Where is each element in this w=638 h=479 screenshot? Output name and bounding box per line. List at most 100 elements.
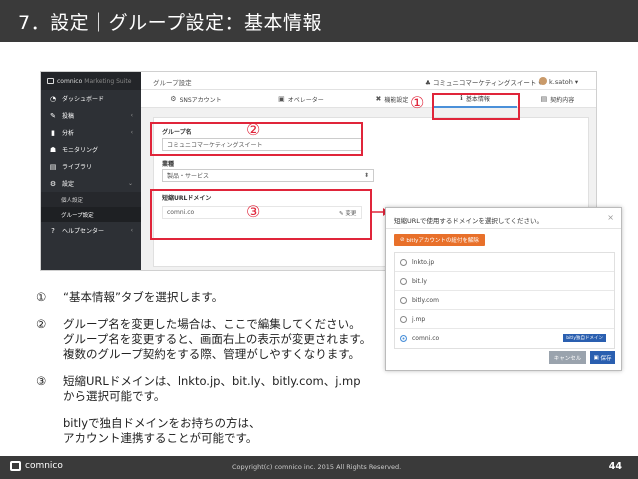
save-button[interactable]: ▣ 保存	[590, 351, 615, 364]
tab-operator[interactable]: ▣ オペレーター	[251, 90, 351, 108]
page-number: 44	[608, 461, 622, 472]
nav-sub-group-settings[interactable]: グループ設定	[41, 207, 141, 222]
sidebar: comnico Marketing Suite ◔ ダッシュボード ✎ 投稿 ‹…	[41, 72, 141, 270]
explanation-text: 複数のグループ契約をする際、管理がしやすくなります。	[63, 347, 361, 361]
nav-item-analysis[interactable]: ▮ 分析 ‹	[41, 124, 141, 141]
select-arrow-icon: ⬍	[363, 172, 369, 179]
group-icon: ♣	[425, 79, 433, 87]
pencil-icon: ✎	[50, 111, 56, 120]
domain-option[interactable]: lnkto.jp	[395, 253, 614, 272]
domain-option[interactable]: comni.co bitly独自ドメイン	[395, 329, 614, 348]
nav-label: 設定	[62, 181, 75, 188]
caret-icon: ▾	[572, 78, 579, 86]
nav-label: ヘルプセンター	[62, 228, 105, 235]
explanation-item-3: ③ 短縮URLドメインは、lnkto.jp、bit.ly、bitly.com、j…	[36, 374, 386, 446]
unlink-bitly-label: bitlyアカウントの紐付を解除	[406, 238, 479, 244]
domain-option[interactable]: bitly.com	[395, 291, 614, 310]
unlink-bitly-button[interactable]: ⊘ bitlyアカウントの紐付を解除	[394, 234, 485, 246]
tab-contract[interactable]: ▤ 契約内容	[517, 90, 596, 108]
footer-logo-text: comnico	[25, 461, 63, 471]
avatar	[539, 77, 547, 85]
copyright: Copyright(c) comnico inc. 2015 All Right…	[232, 463, 402, 471]
brand-name: comnico	[57, 77, 83, 85]
nav-item-help[interactable]: ? ヘルプセンター ‹	[41, 222, 141, 239]
book-icon: ▤	[49, 162, 57, 171]
page-title: グループ設定	[153, 79, 192, 87]
save-icon: ▣	[593, 354, 601, 361]
slide-footer: comnico Copyright(c) comnico inc. 2015 A…	[0, 456, 638, 479]
footer-logo: comnico	[10, 461, 63, 471]
domain-select-dialog: 短縮URLで使用するドメインを選択してください。 × ⊘ bitlyアカウントの…	[385, 207, 622, 371]
explanation-item-2: ② グループ名を変更した場合は、ここで編集してください。 グループ名を変更すると…	[36, 317, 386, 362]
explanation-item-1: ① “基本情報”タブを選択します。	[36, 290, 386, 305]
domain-option[interactable]: bit.ly	[395, 272, 614, 291]
nav-label: ライブラリ	[62, 164, 93, 171]
radio-button[interactable]	[400, 258, 407, 266]
nav-item-post[interactable]: ✎ 投稿 ‹	[41, 107, 141, 124]
explanation-text: アカウント連携することが可能です。	[63, 431, 258, 445]
slide-title: 7．設定｜グループ設定：基本情報	[18, 12, 322, 34]
domain-option[interactable]: j.mp	[395, 310, 614, 329]
person-card-icon: ▣	[278, 95, 285, 103]
chat-icon: ☗	[49, 145, 57, 154]
top-header: グループ設定 ♣ コミュニコマーケティングスイート ▾ k.satoh ▾	[141, 72, 596, 90]
group-name: コミュニコマーケティングスイート	[432, 79, 537, 87]
domain-options: lnkto.jp bit.ly bitly.com j.mp comni.co …	[394, 252, 615, 349]
gear-icon: ⚙	[49, 179, 57, 188]
divider	[386, 228, 621, 229]
brand: comnico Marketing Suite	[41, 72, 141, 90]
sns-icon: ⚙	[170, 95, 177, 103]
explanation-text: グループ名を変更すると、画面右上の表示が変更されます。	[63, 332, 372, 346]
nav-sub-personal-settings[interactable]: 個人設定	[41, 192, 141, 207]
brand-suite: Marketing Suite	[84, 77, 132, 85]
close-icon[interactable]: ×	[607, 213, 614, 222]
save-label: 保存	[600, 355, 612, 362]
contract-icon: ▤	[540, 95, 548, 103]
highlight-short-url-domain	[150, 189, 372, 240]
nav-item-dashboard[interactable]: ◔ ダッシュボード	[41, 90, 141, 107]
chart-icon: ▮	[51, 128, 55, 137]
item-marker: ②	[36, 317, 47, 331]
explanation-text: 短縮URLドメインは、lnkto.jp、bit.ly、bitly.com、j.m…	[63, 374, 361, 388]
marker-3: ③	[246, 202, 261, 221]
marker-1: ①	[410, 93, 425, 112]
domain-option-label: bitly.com	[412, 296, 439, 304]
radio-button-selected[interactable]	[400, 335, 407, 342]
domain-option-label: bit.ly	[412, 277, 427, 285]
radio-button[interactable]	[400, 296, 407, 304]
industry-value: 製品・サービス	[167, 173, 210, 180]
chevron-down-icon: ⌄	[127, 180, 133, 187]
nav-label: 分析	[62, 130, 75, 137]
group-selector[interactable]: ♣ コミュニコマーケティングスイート ▾	[425, 77, 542, 87]
custom-domain-badge: bitly独自ドメイン	[563, 334, 606, 342]
industry-label: 業種	[162, 161, 175, 168]
cancel-button[interactable]: キャンセル	[549, 351, 586, 364]
dialog-header: 短縮URLで使用するドメインを選択してください。	[394, 217, 544, 225]
chevron-left-icon: ‹	[130, 227, 133, 234]
highlight-basic-info-tab	[432, 93, 520, 120]
radio-button[interactable]	[400, 315, 407, 323]
explanation-text: bitlyで独自ドメインをお持ちの方は、	[63, 416, 261, 430]
tab-label: 機能設定	[384, 96, 409, 104]
nav-label: モニタリング	[62, 147, 99, 154]
question-icon: ?	[51, 226, 55, 235]
tab-sns-account[interactable]: ⚙ SNSアカウント	[141, 90, 251, 108]
user-menu[interactable]: k.satoh ▾	[539, 77, 578, 86]
wrench-icon: ✖	[375, 95, 382, 103]
domain-option-label: j.mp	[412, 315, 426, 323]
radio-button[interactable]	[400, 277, 407, 285]
nav-label: ダッシュボード	[62, 96, 105, 103]
explanation-text: グループ名を変更した場合は、ここで編集してください。	[63, 317, 361, 331]
tab-label: 契約内容	[550, 96, 575, 104]
explanation-text: “基本情報”タブを選択します。	[63, 290, 224, 304]
domain-option-label: lnkto.jp	[412, 258, 435, 266]
nav-item-library[interactable]: ▤ ライブラリ	[41, 158, 141, 175]
explanation: ① “基本情報”タブを選択します。 ② グループ名を変更した場合は、ここで編集し…	[36, 290, 386, 446]
nav-item-monitoring[interactable]: ☗ モニタリング	[41, 141, 141, 158]
tab-label: オペレーター	[287, 96, 324, 104]
comnico-logo-icon	[10, 461, 21, 471]
item-marker: ①	[36, 290, 47, 304]
industry-select[interactable]: 製品・サービス ⬍	[162, 169, 374, 182]
chevron-left-icon: ‹	[130, 129, 133, 136]
nav-item-settings[interactable]: ⚙ 設定 ⌄	[41, 175, 141, 192]
